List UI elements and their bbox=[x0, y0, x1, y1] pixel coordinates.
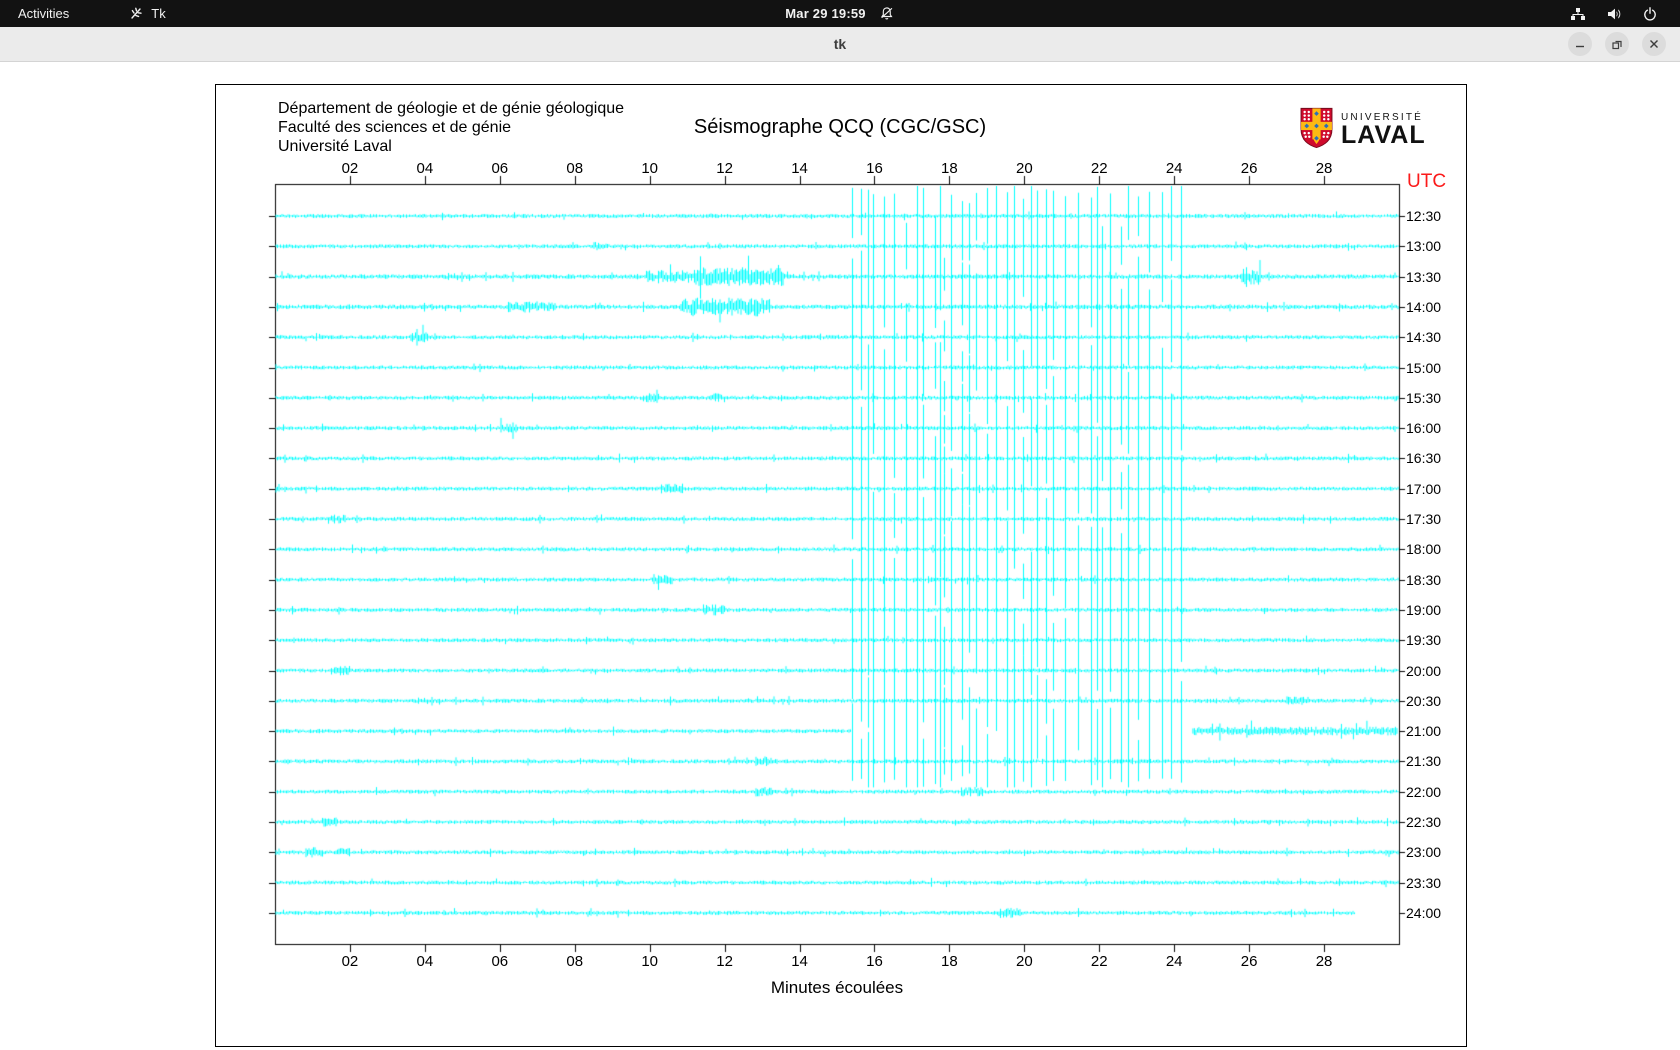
maximize-button[interactable] bbox=[1605, 32, 1629, 56]
utc-time-label: 17:30 bbox=[1406, 511, 1441, 527]
top-bar: Activities Tk Mar 29 19:59 bbox=[0, 0, 1680, 27]
system-status-area[interactable] bbox=[1570, 0, 1680, 27]
network-wired-icon bbox=[1570, 6, 1586, 22]
utc-time-label: 23:00 bbox=[1406, 844, 1441, 860]
desktop-screen: Activities Tk Mar 29 19:59 bbox=[0, 0, 1680, 1050]
seismograph-figure: Département de géologie et de génie géol… bbox=[215, 84, 1467, 1047]
utc-label: UTC bbox=[1407, 171, 1446, 193]
window-controls bbox=[1568, 32, 1666, 56]
x-tick-label-top: 02 bbox=[342, 160, 359, 177]
notifications-muted-icon bbox=[880, 6, 895, 21]
x-tick-label-bottom: 10 bbox=[641, 953, 658, 970]
top-bar-left: Activities Tk bbox=[0, 0, 180, 27]
utc-time-label: 13:30 bbox=[1406, 269, 1441, 285]
utc-time-label: 13:00 bbox=[1406, 238, 1441, 254]
x-tick-label-bottom: 08 bbox=[566, 953, 583, 970]
x-tick-label-top: 10 bbox=[641, 160, 658, 177]
utc-time-label: 15:30 bbox=[1406, 390, 1441, 406]
volume-icon bbox=[1606, 6, 1622, 22]
utc-time-label: 22:00 bbox=[1406, 784, 1441, 800]
x-tick-label-top: 24 bbox=[1166, 160, 1183, 177]
x-tick-label-bottom: 14 bbox=[791, 953, 808, 970]
x-tick-label-bottom: 28 bbox=[1316, 953, 1333, 970]
top-bar-center[interactable]: Mar 29 19:59 bbox=[785, 0, 894, 27]
x-tick-label-bottom: 12 bbox=[716, 953, 733, 970]
utc-time-label: 20:00 bbox=[1406, 663, 1441, 679]
tk-feather-icon bbox=[129, 6, 144, 21]
x-tick-label-bottom: 24 bbox=[1166, 953, 1183, 970]
utc-time-label: 15:00 bbox=[1406, 360, 1441, 376]
x-axis-label: Minutes écoulées bbox=[771, 978, 903, 998]
app-indicator-label: Tk bbox=[151, 6, 165, 21]
x-tick-label-bottom: 22 bbox=[1091, 953, 1108, 970]
close-button[interactable] bbox=[1642, 32, 1666, 56]
x-tick-label-top: 20 bbox=[1016, 160, 1033, 177]
x-tick-label-bottom: 20 bbox=[1016, 953, 1033, 970]
window-title-bar[interactable]: tk bbox=[0, 27, 1680, 62]
clock[interactable]: Mar 29 19:59 bbox=[785, 6, 865, 21]
utc-time-label: 17:00 bbox=[1406, 481, 1441, 497]
seismograph-canvas bbox=[216, 85, 1466, 1046]
x-tick-label-top: 06 bbox=[491, 160, 508, 177]
activities-button[interactable]: Activities bbox=[0, 0, 87, 27]
utc-time-label: 14:30 bbox=[1406, 329, 1441, 345]
x-tick-label-bottom: 02 bbox=[342, 953, 359, 970]
minimize-button[interactable] bbox=[1568, 32, 1592, 56]
x-tick-label-bottom: 18 bbox=[941, 953, 958, 970]
x-tick-label-top: 18 bbox=[941, 160, 958, 177]
x-tick-label-top: 04 bbox=[417, 160, 434, 177]
utc-time-label: 19:00 bbox=[1406, 602, 1441, 618]
x-tick-label-top: 08 bbox=[566, 160, 583, 177]
utc-time-label: 21:00 bbox=[1406, 723, 1441, 739]
x-tick-label-top: 22 bbox=[1091, 160, 1108, 177]
utc-time-label: 14:00 bbox=[1406, 299, 1441, 315]
utc-time-label: 19:30 bbox=[1406, 632, 1441, 648]
utc-time-label: 21:30 bbox=[1406, 753, 1441, 769]
utc-time-label: 16:30 bbox=[1406, 450, 1441, 466]
utc-time-label: 23:30 bbox=[1406, 875, 1441, 891]
x-tick-label-bottom: 16 bbox=[866, 953, 883, 970]
x-tick-label-top: 28 bbox=[1316, 160, 1333, 177]
utc-time-label: 18:30 bbox=[1406, 572, 1441, 588]
utc-time-label: 16:00 bbox=[1406, 420, 1441, 436]
utc-time-label: 24:00 bbox=[1406, 905, 1441, 921]
x-tick-label-bottom: 06 bbox=[491, 953, 508, 970]
x-tick-label-top: 14 bbox=[791, 160, 808, 177]
x-tick-label-bottom: 04 bbox=[417, 953, 434, 970]
power-icon bbox=[1642, 6, 1658, 22]
plot-area: UTC Minutes écoulées 02 02 04 04 06 06 08 08 10 1… bbox=[216, 85, 1466, 1046]
utc-time-label: 20:30 bbox=[1406, 693, 1441, 709]
x-tick-label-top: 26 bbox=[1241, 160, 1258, 177]
utc-time-label: 22:30 bbox=[1406, 814, 1441, 830]
app-indicator-tk[interactable]: Tk bbox=[115, 0, 179, 27]
utc-time-label: 18:00 bbox=[1406, 541, 1441, 557]
window-title: tk bbox=[0, 27, 1680, 61]
utc-time-label: 12:30 bbox=[1406, 208, 1441, 224]
x-tick-label-bottom: 26 bbox=[1241, 953, 1258, 970]
x-tick-label-top: 12 bbox=[716, 160, 733, 177]
x-tick-label-top: 16 bbox=[866, 160, 883, 177]
